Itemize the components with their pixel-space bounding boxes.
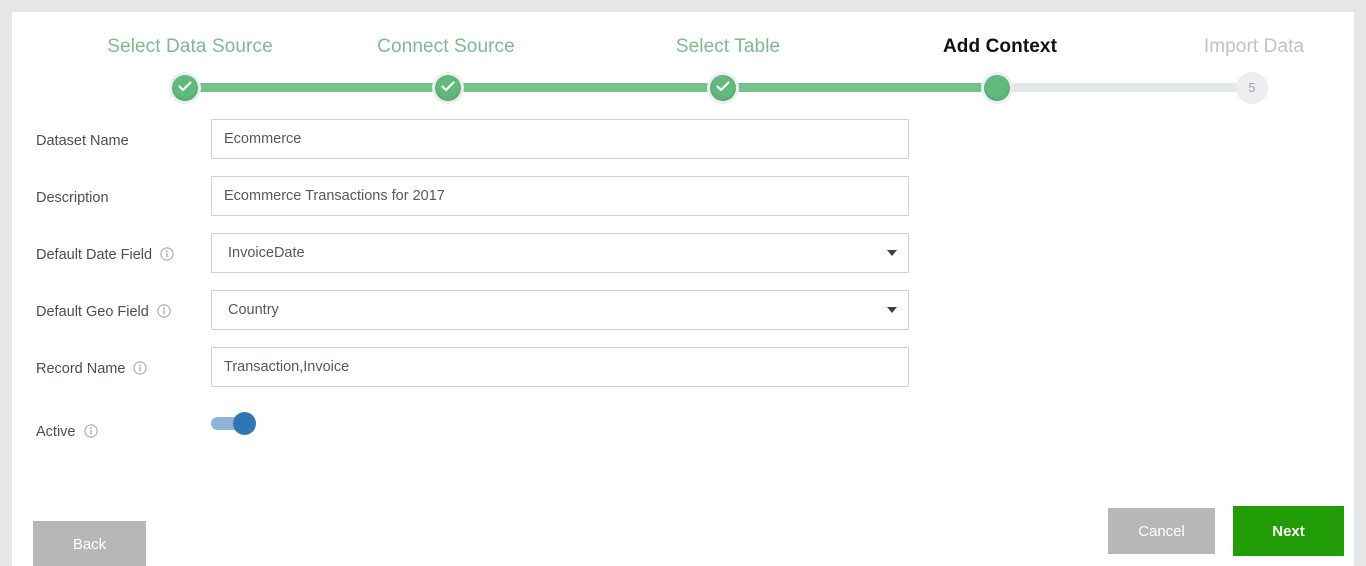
default-geo-field-select-wrapper[interactable] bbox=[211, 290, 909, 330]
label-text-active: Active bbox=[36, 424, 76, 440]
step-node-select-data-source[interactable] bbox=[172, 75, 198, 101]
back-button[interactable]: Back bbox=[33, 521, 146, 566]
form-row-dataset-name: Dataset Name bbox=[12, 117, 1354, 174]
step-label-connect-source[interactable]: Connect Source bbox=[377, 36, 515, 58]
step-node-add-context[interactable] bbox=[984, 75, 1010, 101]
step-label-import-data[interactable]: Import Data bbox=[1204, 36, 1304, 58]
active-toggle-knob[interactable] bbox=[233, 412, 256, 435]
default-geo-field-select[interactable] bbox=[211, 290, 909, 330]
label-default-geo-field: Default Geo Field bbox=[36, 304, 171, 322]
active-toggle[interactable] bbox=[211, 412, 257, 435]
step-label-add-context[interactable]: Add Context bbox=[943, 36, 1057, 58]
label-dataset-name: Dataset Name bbox=[36, 133, 129, 149]
info-icon[interactable] bbox=[160, 247, 174, 265]
context-form: Dataset Name Description Default Date Fi… bbox=[12, 117, 1354, 459]
info-icon[interactable] bbox=[133, 361, 148, 379]
label-description: Description bbox=[36, 190, 109, 206]
cancel-button[interactable]: Cancel bbox=[1108, 508, 1215, 554]
form-row-record-name: Record Name bbox=[12, 345, 1354, 402]
info-icon[interactable] bbox=[157, 304, 171, 322]
record-name-input[interactable] bbox=[211, 347, 909, 387]
label-record-name: Record Name bbox=[36, 361, 148, 379]
default-date-field-select[interactable] bbox=[211, 233, 909, 273]
default-date-field-select-wrapper[interactable] bbox=[211, 233, 909, 273]
label-text-record-name: Record Name bbox=[36, 361, 126, 377]
dataset-name-input[interactable] bbox=[211, 119, 909, 159]
check-icon bbox=[716, 81, 730, 92]
form-row-default-date-field: Default Date Field bbox=[12, 231, 1354, 288]
wizard-stepper: Select Data Source Connect Source Select… bbox=[12, 12, 1354, 117]
label-active: Active bbox=[36, 424, 98, 442]
stepper-track-remaining bbox=[985, 83, 1251, 92]
step-label-select-table[interactable]: Select Table bbox=[676, 36, 780, 58]
form-row-description: Description bbox=[12, 174, 1354, 231]
info-icon[interactable] bbox=[83, 424, 98, 442]
form-row-active: Active bbox=[12, 402, 1354, 459]
wizard-page: Select Data Source Connect Source Select… bbox=[12, 12, 1354, 566]
check-icon bbox=[178, 81, 192, 92]
label-default-date-field: Default Date Field bbox=[36, 247, 174, 265]
label-text-default-date-field: Default Date Field bbox=[36, 247, 153, 263]
next-button[interactable]: Next bbox=[1233, 506, 1344, 556]
step-label-select-data-source[interactable]: Select Data Source bbox=[107, 36, 273, 58]
step-node-connect-source[interactable] bbox=[435, 75, 461, 101]
form-row-default-geo-field: Default Geo Field bbox=[12, 288, 1354, 345]
check-icon bbox=[441, 81, 455, 92]
label-text-default-geo-field: Default Geo Field bbox=[36, 304, 149, 320]
stepper-track-completed bbox=[173, 83, 985, 92]
step-node-select-table[interactable] bbox=[710, 75, 736, 101]
description-input[interactable] bbox=[211, 176, 909, 216]
step-node-import-data[interactable]: 5 bbox=[1236, 72, 1268, 104]
